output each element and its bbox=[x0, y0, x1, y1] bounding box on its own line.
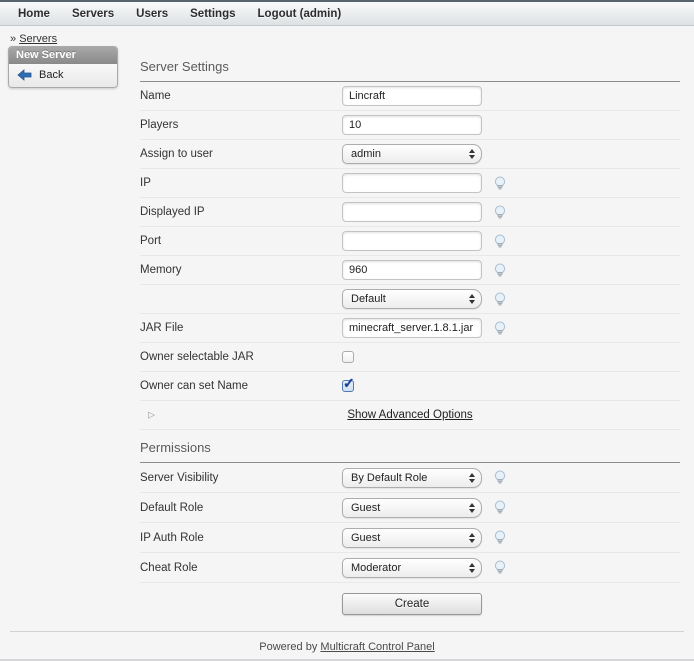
row-owner-selectable-jar: Owner selectable JAR ✓ bbox=[140, 343, 680, 372]
show-advanced-options-link[interactable]: Show Advanced Options bbox=[347, 409, 472, 421]
server-visibility-label: Server Visibility bbox=[140, 472, 342, 484]
disclosure-triangle-icon[interactable]: ▷ bbox=[148, 411, 155, 420]
assign-to-user-select[interactable]: admin bbox=[342, 144, 482, 164]
back-button[interactable]: Back bbox=[9, 64, 117, 87]
updown-stepper-icon bbox=[469, 533, 475, 543]
ip-auth-role-label: IP Auth Role bbox=[140, 532, 342, 544]
main-content: Server Settings Name Players Assign to u… bbox=[140, 59, 680, 615]
sidebar: New Server Back bbox=[8, 46, 118, 88]
jar-type-select[interactable]: Default bbox=[342, 289, 482, 309]
row-cheat-role: Cheat Role Moderator bbox=[140, 553, 680, 583]
nav-item-settings[interactable]: Settings bbox=[179, 8, 246, 20]
row-jar-file: JAR File bbox=[140, 314, 680, 343]
select-value: By Default Role bbox=[351, 472, 427, 484]
updown-stepper-icon bbox=[469, 563, 475, 573]
row-ip: IP bbox=[140, 169, 680, 198]
footer-text: Powered by bbox=[259, 641, 317, 653]
default-role-select[interactable]: Guest bbox=[342, 498, 482, 518]
ip-help-lightbulb-icon[interactable] bbox=[493, 176, 507, 191]
row-port: Port bbox=[140, 227, 680, 256]
assign-to-user-label: Assign to user bbox=[140, 148, 342, 160]
ip-label: IP bbox=[140, 177, 342, 189]
cheat-role-select[interactable]: Moderator bbox=[342, 558, 482, 578]
breadcrumb-link-servers[interactable]: Servers bbox=[19, 33, 57, 45]
port-help-lightbulb-icon[interactable] bbox=[493, 234, 507, 249]
row-ip-auth-role: IP Auth Role Guest bbox=[140, 523, 680, 553]
memory-help-lightbulb-icon[interactable] bbox=[493, 263, 507, 278]
row-advanced-options: ▷ Show Advanced Options bbox=[140, 401, 680, 430]
nav-item-logout[interactable]: Logout (admin) bbox=[247, 8, 353, 20]
ip-auth-role-help-lightbulb-icon[interactable] bbox=[493, 530, 507, 545]
jar-file-help-lightbulb-icon[interactable] bbox=[493, 321, 507, 336]
section-title-server-settings: Server Settings bbox=[140, 59, 680, 75]
jar-file-label: JAR File bbox=[140, 322, 342, 334]
select-value: Default bbox=[351, 293, 386, 305]
default-role-help-lightbulb-icon[interactable] bbox=[493, 500, 507, 515]
breadcrumb: » Servers bbox=[10, 33, 694, 47]
cheat-role-label: Cheat Role bbox=[140, 562, 342, 574]
memory-label: Memory bbox=[140, 264, 342, 276]
row-create: Create bbox=[140, 583, 680, 615]
nav-item-servers[interactable]: Servers bbox=[61, 8, 125, 20]
row-assign-to-user: Assign to user admin bbox=[140, 140, 680, 169]
sidebar-title: New Server bbox=[9, 47, 117, 64]
name-input[interactable] bbox=[342, 86, 482, 106]
select-value: Guest bbox=[351, 532, 380, 544]
checkmark-icon: ✓ bbox=[343, 375, 355, 392]
ip-auth-role-select[interactable]: Guest bbox=[342, 528, 482, 548]
players-label: Players bbox=[140, 119, 342, 131]
back-label: Back bbox=[39, 69, 63, 81]
row-name: Name bbox=[140, 82, 680, 111]
footer-link-multicraft[interactable]: Multicraft Control Panel bbox=[320, 641, 434, 653]
jar-type-help-lightbulb-icon[interactable] bbox=[493, 292, 507, 307]
players-input[interactable] bbox=[342, 115, 482, 135]
create-button[interactable]: Create bbox=[342, 593, 482, 615]
breadcrumb-marker: » bbox=[10, 33, 16, 45]
row-displayed-ip: Displayed IP bbox=[140, 198, 680, 227]
footer: Powered by Multicraft Control Panel bbox=[10, 631, 684, 653]
top-navbar: Home Servers Users Settings Logout (admi… bbox=[0, 0, 694, 26]
port-label: Port bbox=[140, 235, 342, 247]
updown-stepper-icon bbox=[469, 473, 475, 483]
updown-stepper-icon bbox=[469, 294, 475, 304]
displayed-ip-help-lightbulb-icon[interactable] bbox=[493, 205, 507, 220]
ip-input[interactable] bbox=[342, 173, 482, 193]
nav-item-home[interactable]: Home bbox=[7, 8, 61, 20]
row-owner-can-set-name: Owner can set Name ✓ bbox=[140, 372, 680, 401]
row-server-visibility: Server Visibility By Default Role bbox=[140, 463, 680, 493]
owner-can-set-name-checkbox[interactable]: ✓ bbox=[342, 380, 354, 392]
server-visibility-help-lightbulb-icon[interactable] bbox=[493, 470, 507, 485]
row-default-role: Default Role Guest bbox=[140, 493, 680, 523]
default-role-label: Default Role bbox=[140, 502, 342, 514]
displayed-ip-label: Displayed IP bbox=[140, 206, 342, 218]
row-memory: Memory bbox=[140, 256, 680, 285]
select-value: Guest bbox=[351, 502, 380, 514]
updown-stepper-icon bbox=[469, 149, 475, 159]
displayed-ip-input[interactable] bbox=[342, 202, 482, 222]
owner-selectable-jar-label: Owner selectable JAR bbox=[140, 351, 342, 363]
nav-item-users[interactable]: Users bbox=[125, 8, 179, 20]
select-value: admin bbox=[351, 148, 381, 160]
back-arrow-icon bbox=[17, 69, 32, 81]
row-jar-type: Default bbox=[140, 285, 680, 314]
owner-selectable-jar-checkbox[interactable]: ✓ bbox=[342, 351, 354, 363]
name-label: Name bbox=[140, 90, 342, 102]
owner-can-set-name-label: Owner can set Name bbox=[140, 380, 342, 392]
cheat-role-help-lightbulb-icon[interactable] bbox=[493, 560, 507, 575]
row-players: Players bbox=[140, 111, 680, 140]
select-value: Moderator bbox=[351, 562, 401, 574]
updown-stepper-icon bbox=[469, 503, 475, 513]
server-visibility-select[interactable]: By Default Role bbox=[342, 468, 482, 488]
memory-input[interactable] bbox=[342, 260, 482, 280]
section-title-permissions: Permissions bbox=[140, 440, 680, 456]
port-input[interactable] bbox=[342, 231, 482, 251]
jar-file-input[interactable] bbox=[342, 318, 482, 338]
